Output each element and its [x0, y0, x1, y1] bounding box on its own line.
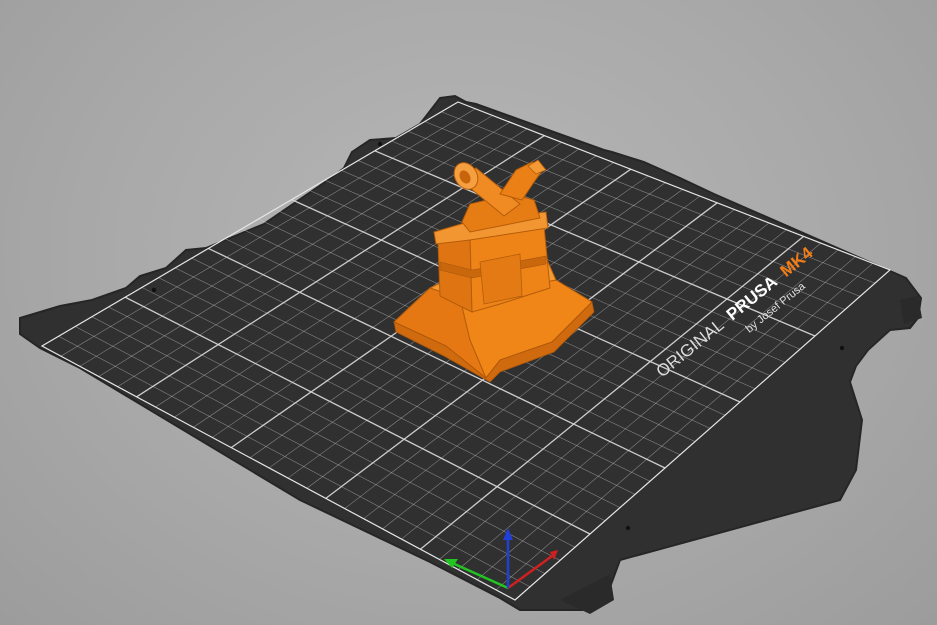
- 3d-viewport[interactable]: ORIGINAL PRUSA MK4 by Josef Prusa: [0, 0, 937, 625]
- model-pedestal-panel[interactable]: [479, 253, 523, 305]
- bed-mount-hole: [377, 141, 383, 147]
- bed-mount-hole: [151, 287, 157, 293]
- print-bed-scene[interactable]: ORIGINAL PRUSA MK4 by Josef Prusa: [0, 0, 937, 625]
- bed-mount-hole: [625, 525, 631, 531]
- bed-mount-hole: [839, 345, 845, 351]
